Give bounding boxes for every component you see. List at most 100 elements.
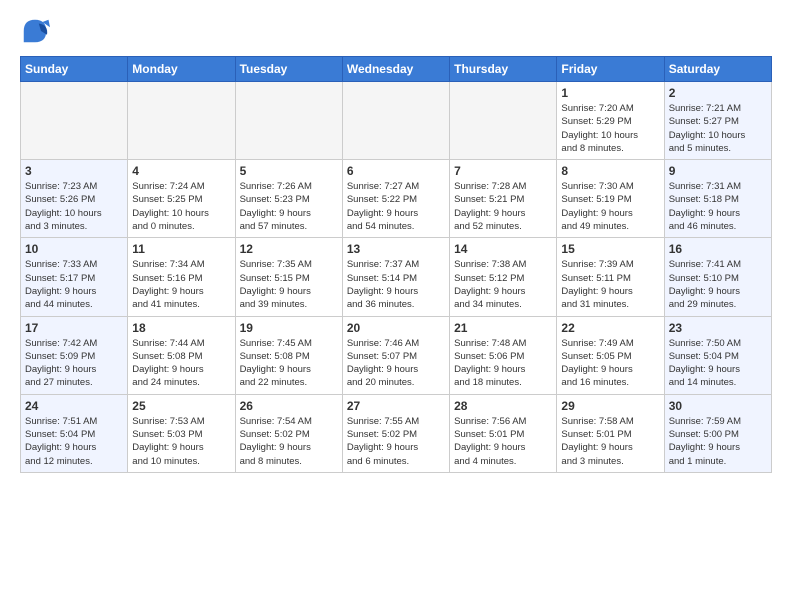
header-cell-sunday: Sunday: [21, 57, 128, 82]
logo-icon: [20, 16, 50, 46]
day-number: 30: [669, 399, 767, 413]
calendar-cell: 29 Sunrise: 7:58 AM Sunset: 5:01 PM Dayli…: [557, 394, 664, 472]
header-cell-thursday: Thursday: [450, 57, 557, 82]
day-number: 10: [25, 242, 123, 256]
day-number: 4: [132, 164, 230, 178]
calendar-cell: [450, 82, 557, 160]
day-number: 29: [561, 399, 659, 413]
calendar-cell: 28 Sunrise: 7:56 AM Sunset: 5:01 PM Dayli…: [450, 394, 557, 472]
day-number: 26: [240, 399, 338, 413]
calendar-cell: 21 Sunrise: 7:48 AM Sunset: 5:06 PM Dayli…: [450, 316, 557, 394]
calendar-cell: 2Sunrise: 7:21 AM Sunset: 5:27 PM Daylig…: [664, 82, 771, 160]
calendar-cell: 17 Sunrise: 7:42 AM Sunset: 5:09 PM Dayli…: [21, 316, 128, 394]
week-row-2: 10 Sunrise: 7:33 AM Sunset: 5:17 PM Dayli…: [21, 238, 772, 316]
calendar-cell: 25 Sunrise: 7:53 AM Sunset: 5:03 PM Dayli…: [128, 394, 235, 472]
calendar-cell: 1 Sunrise: 7:20 AM Sunset: 5:29 PM Daylig…: [557, 82, 664, 160]
day-number: 21: [454, 321, 552, 335]
calendar-cell: 15 Sunrise: 7:39 AM Sunset: 5:11 PM Dayli…: [557, 238, 664, 316]
calendar-cell: 7Sunrise: 7:28 AM Sunset: 5:21 PM Daylig…: [450, 160, 557, 238]
day-number: 11: [132, 242, 230, 256]
day-number: 5: [240, 164, 338, 178]
day-info: Sunrise: 7:39 AM Sunset: 5:11 PM Dayligh…: [561, 258, 659, 311]
day-info: Sunrise: 7:20 AM Sunset: 5:29 PM Dayligh…: [561, 102, 659, 155]
day-number: 16: [669, 242, 767, 256]
day-number: 22: [561, 321, 659, 335]
day-number: 19: [240, 321, 338, 335]
calendar-cell: 11 Sunrise: 7:34 AM Sunset: 5:16 PM Dayli…: [128, 238, 235, 316]
day-number: 3: [25, 164, 123, 178]
calendar-body: 1 Sunrise: 7:20 AM Sunset: 5:29 PM Daylig…: [21, 82, 772, 473]
logo: [20, 16, 54, 46]
calendar-cell: 18 Sunrise: 7:44 AM Sunset: 5:08 PM Dayli…: [128, 316, 235, 394]
day-info: Sunrise: 7:27 AM Sunset: 5:22 PM Dayligh…: [347, 180, 445, 233]
day-number: 6: [347, 164, 445, 178]
day-number: 28: [454, 399, 552, 413]
day-number: 14: [454, 242, 552, 256]
day-info: Sunrise: 7:26 AM Sunset: 5:23 PM Dayligh…: [240, 180, 338, 233]
day-info: Sunrise: 7:35 AM Sunset: 5:15 PM Dayligh…: [240, 258, 338, 311]
day-info: Sunrise: 7:23 AM Sunset: 5:26 PM Dayligh…: [25, 180, 123, 233]
calendar-cell: 16 Sunrise: 7:41 AM Sunset: 5:10 PM Dayli…: [664, 238, 771, 316]
day-number: 18: [132, 321, 230, 335]
week-row-3: 17 Sunrise: 7:42 AM Sunset: 5:09 PM Dayli…: [21, 316, 772, 394]
calendar-cell: 6 Sunrise: 7:27 AM Sunset: 5:22 PM Daylig…: [342, 160, 449, 238]
day-number: 1: [561, 86, 659, 100]
day-number: 25: [132, 399, 230, 413]
day-info: Sunrise: 7:56 AM Sunset: 5:01 PM Dayligh…: [454, 415, 552, 468]
calendar-cell: 8Sunrise: 7:30 AM Sunset: 5:19 PM Daylig…: [557, 160, 664, 238]
calendar-page: SundayMondayTuesdayWednesdayThursdayFrid…: [0, 0, 792, 612]
header-cell-tuesday: Tuesday: [235, 57, 342, 82]
calendar-cell: 14 Sunrise: 7:38 AM Sunset: 5:12 PM Dayli…: [450, 238, 557, 316]
day-info: Sunrise: 7:31 AM Sunset: 5:18 PM Dayligh…: [669, 180, 767, 233]
calendar-table: SundayMondayTuesdayWednesdayThursdayFrid…: [20, 56, 772, 473]
day-number: 20: [347, 321, 445, 335]
day-info: Sunrise: 7:38 AM Sunset: 5:12 PM Dayligh…: [454, 258, 552, 311]
calendar-cell: [235, 82, 342, 160]
calendar-cell: 27 Sunrise: 7:55 AM Sunset: 5:02 PM Dayli…: [342, 394, 449, 472]
day-info: Sunrise: 7:44 AM Sunset: 5:08 PM Dayligh…: [132, 337, 230, 390]
week-row-4: 24 Sunrise: 7:51 AM Sunset: 5:04 PM Dayli…: [21, 394, 772, 472]
calendar-cell: [342, 82, 449, 160]
day-number: 15: [561, 242, 659, 256]
day-info: Sunrise: 7:55 AM Sunset: 5:02 PM Dayligh…: [347, 415, 445, 468]
day-number: 2: [669, 86, 767, 100]
day-info: Sunrise: 7:53 AM Sunset: 5:03 PM Dayligh…: [132, 415, 230, 468]
day-number: 24: [25, 399, 123, 413]
header-cell-saturday: Saturday: [664, 57, 771, 82]
calendar-cell: 3 Sunrise: 7:23 AM Sunset: 5:26 PM Daylig…: [21, 160, 128, 238]
day-info: Sunrise: 7:41 AM Sunset: 5:10 PM Dayligh…: [669, 258, 767, 311]
day-number: 27: [347, 399, 445, 413]
calendar-cell: 20 Sunrise: 7:46 AM Sunset: 5:07 PM Dayli…: [342, 316, 449, 394]
calendar-cell: 26 Sunrise: 7:54 AM Sunset: 5:02 PM Dayli…: [235, 394, 342, 472]
day-info: Sunrise: 7:33 AM Sunset: 5:17 PM Dayligh…: [25, 258, 123, 311]
day-info: Sunrise: 7:59 AM Sunset: 5:00 PM Dayligh…: [669, 415, 767, 468]
day-info: Sunrise: 7:37 AM Sunset: 5:14 PM Dayligh…: [347, 258, 445, 311]
calendar-cell: 19 Sunrise: 7:45 AM Sunset: 5:08 PM Dayli…: [235, 316, 342, 394]
day-number: 17: [25, 321, 123, 335]
day-info: Sunrise: 7:54 AM Sunset: 5:02 PM Dayligh…: [240, 415, 338, 468]
day-info: Sunrise: 7:42 AM Sunset: 5:09 PM Dayligh…: [25, 337, 123, 390]
day-number: 13: [347, 242, 445, 256]
day-info: Sunrise: 7:48 AM Sunset: 5:06 PM Dayligh…: [454, 337, 552, 390]
day-info: Sunrise: 7:46 AM Sunset: 5:07 PM Dayligh…: [347, 337, 445, 390]
day-info: Sunrise: 7:50 AM Sunset: 5:04 PM Dayligh…: [669, 337, 767, 390]
calendar-header: SundayMondayTuesdayWednesdayThursdayFrid…: [21, 57, 772, 82]
day-info: Sunrise: 7:24 AM Sunset: 5:25 PM Dayligh…: [132, 180, 230, 233]
header: [20, 16, 772, 46]
calendar-cell: 22 Sunrise: 7:49 AM Sunset: 5:05 PM Dayli…: [557, 316, 664, 394]
calendar-cell: [21, 82, 128, 160]
day-info: Sunrise: 7:45 AM Sunset: 5:08 PM Dayligh…: [240, 337, 338, 390]
day-info: Sunrise: 7:34 AM Sunset: 5:16 PM Dayligh…: [132, 258, 230, 311]
day-number: 8: [561, 164, 659, 178]
day-info: Sunrise: 7:49 AM Sunset: 5:05 PM Dayligh…: [561, 337, 659, 390]
calendar-cell: 30 Sunrise: 7:59 AM Sunset: 5:00 PM Dayli…: [664, 394, 771, 472]
week-row-1: 3 Sunrise: 7:23 AM Sunset: 5:26 PM Daylig…: [21, 160, 772, 238]
day-info: Sunrise: 7:51 AM Sunset: 5:04 PM Dayligh…: [25, 415, 123, 468]
calendar-cell: 13 Sunrise: 7:37 AM Sunset: 5:14 PM Dayli…: [342, 238, 449, 316]
calendar-cell: 23Sunrise: 7:50 AM Sunset: 5:04 PM Dayli…: [664, 316, 771, 394]
day-info: Sunrise: 7:28 AM Sunset: 5:21 PM Dayligh…: [454, 180, 552, 233]
week-row-0: 1 Sunrise: 7:20 AM Sunset: 5:29 PM Daylig…: [21, 82, 772, 160]
calendar-cell: 4 Sunrise: 7:24 AM Sunset: 5:25 PM Daylig…: [128, 160, 235, 238]
day-info: Sunrise: 7:58 AM Sunset: 5:01 PM Dayligh…: [561, 415, 659, 468]
calendar-cell: 12Sunrise: 7:35 AM Sunset: 5:15 PM Dayli…: [235, 238, 342, 316]
